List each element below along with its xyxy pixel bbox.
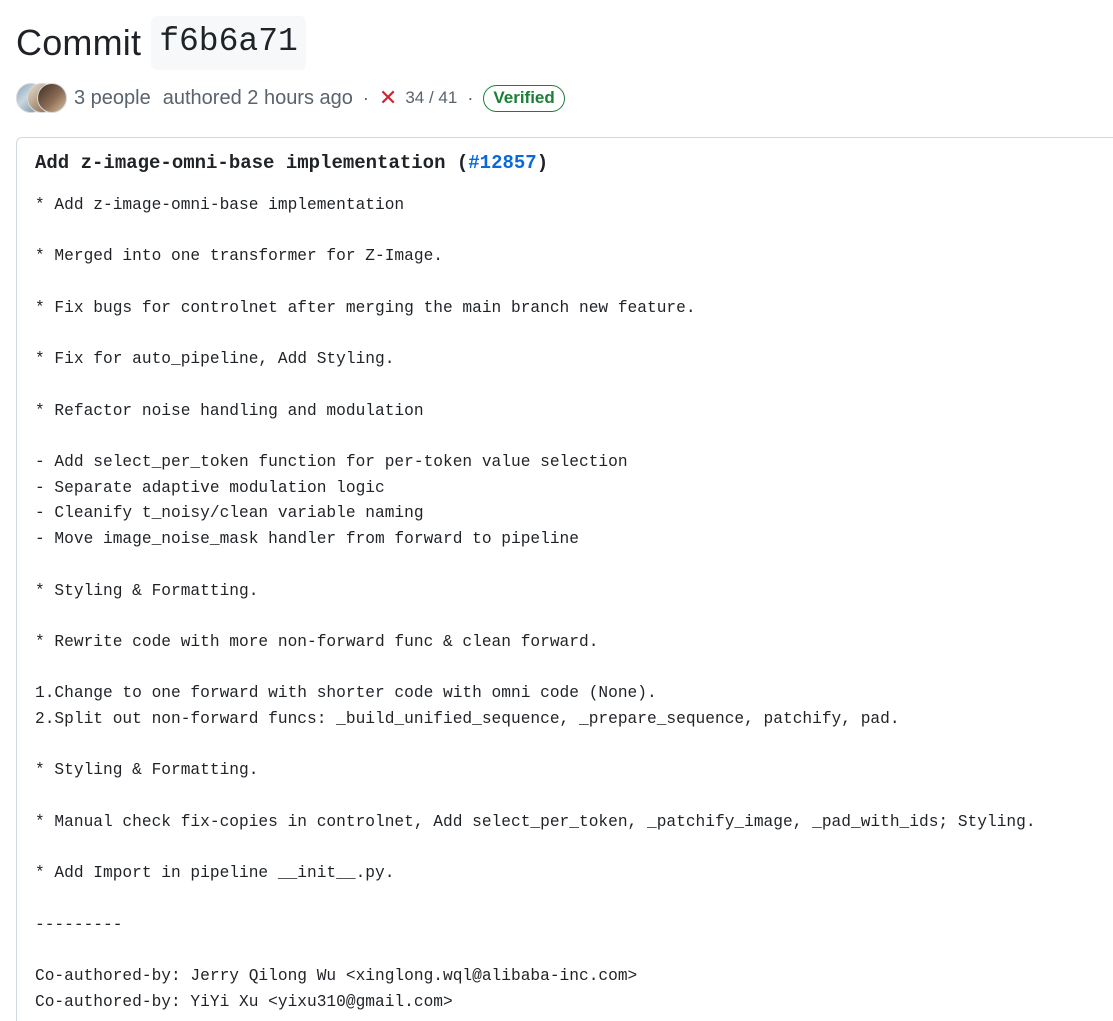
author-avatars[interactable] <box>16 83 67 113</box>
x-icon[interactable]: ✕ <box>379 87 397 109</box>
separator-dot: · <box>467 87 474 108</box>
commit-title: Add z-image-omni-base implementation (#1… <box>35 152 548 174</box>
people-link[interactable]: 3 people <box>74 87 151 110</box>
page-title: Commit <box>16 22 142 63</box>
commit-sha[interactable]: f6b6a71 <box>151 16 306 70</box>
verified-badge[interactable]: Verified <box>483 84 565 112</box>
separator-dot: · <box>362 87 369 108</box>
commit-meta: 3 people authored 2 hours ago · ✕ 34 / 4… <box>16 82 565 114</box>
commit-title-text: Add z-image-omni-base implementation ( <box>35 152 469 174</box>
page-header: Commit f6b6a71 <box>16 16 306 70</box>
authored-time: authored 2 hours ago <box>162 86 353 109</box>
avatar[interactable] <box>37 83 67 113</box>
commit-message-box: Add z-image-omni-base implementation (#1… <box>16 137 1113 1021</box>
checks-count[interactable]: 34 / 41 <box>405 88 457 108</box>
commit-body: * Add z-image-omni-base implementation *… <box>35 196 1036 1011</box>
commit-title-suffix: ) <box>536 152 549 174</box>
pr-link[interactable]: #12857 <box>468 152 536 174</box>
